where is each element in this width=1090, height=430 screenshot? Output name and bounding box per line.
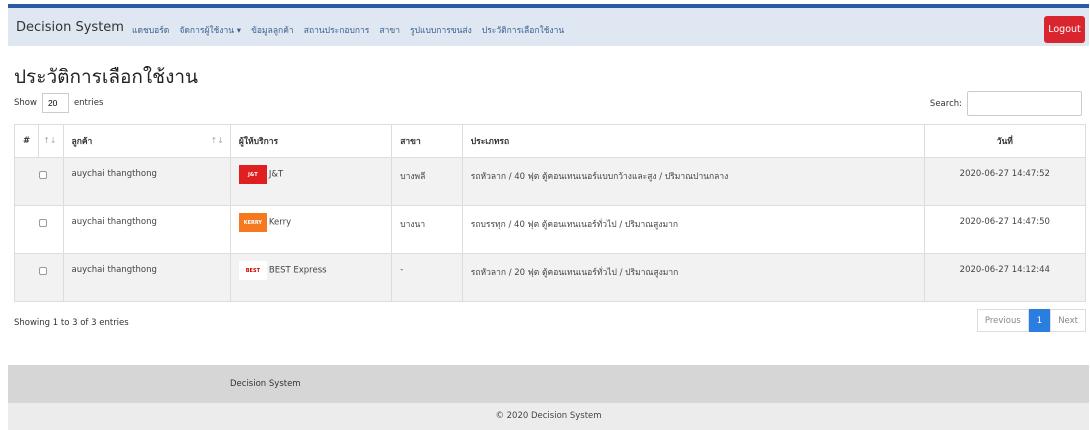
col-date[interactable]: วันที่ — [923, 124, 1087, 158]
table-row[interactable]: auychai thangthong KERRY Kerry บางนา รถบร… — [14, 205, 1087, 254]
nav-branches[interactable]: สาขา — [379, 26, 400, 36]
pagination-next[interactable]: Next — [1050, 309, 1086, 332]
vehicle-cell: รถบรรทุก / 40 ฟุต ตู้คอนเทนเนอร์ทั่วไป /… — [461, 205, 925, 254]
table-info: Showing 1 to 3 of 3 entries — [14, 318, 129, 328]
row-checkbox[interactable] — [39, 267, 47, 275]
col-customer[interactable]: ลูกค้า ↑↓ — [62, 124, 231, 158]
entries-label: entries — [73, 98, 104, 108]
pagination-page-1[interactable]: 1 — [1028, 309, 1051, 332]
nav-usage-history[interactable]: ประวัติการเลือกใช้งาน — [482, 26, 564, 36]
nav-customers[interactable]: ข้อมูลลูกค้า — [251, 26, 294, 36]
col-index-sort[interactable]: ↑↓ — [38, 124, 64, 158]
provider-cell: J&T J&T — [229, 157, 393, 206]
footer-brand-bar: Decision System — [8, 365, 1089, 403]
row-checkbox[interactable] — [39, 171, 47, 179]
show-label: Show — [14, 98, 37, 108]
pagination: Previous 1 Next — [976, 309, 1086, 332]
table-row[interactable]: auychai thangthong BEST BEST Express - รถ… — [14, 253, 1087, 302]
col-provider[interactable]: ผู้ให้บริการ — [229, 124, 393, 158]
branch-cell: บางนา — [391, 205, 463, 254]
nav-dashboard[interactable]: แดชบอร์ด — [132, 26, 169, 36]
footer-brand: Decision System — [230, 379, 301, 389]
nav-transport-types[interactable]: รูปแบบการขนส่ง — [410, 26, 472, 36]
customer-cell: auychai thangthong — [62, 205, 231, 254]
kerry-logo-icon: KERRY — [238, 213, 267, 232]
table-header-row: # ↑↓ ลูกค้า ↑↓ ผู้ให้บริการ สาขา ประเภทรถ… — [13, 124, 1087, 158]
date-cell: 2020-06-27 14:47:50 — [923, 205, 1087, 254]
provider-cell: KERRY Kerry — [229, 205, 393, 254]
jt-logo-icon: J&T — [238, 165, 267, 184]
search-label: Search: — [929, 98, 962, 109]
col-index[interactable]: # — [13, 124, 40, 158]
provider-cell: BEST BEST Express — [229, 253, 393, 302]
row-select-cell[interactable] — [14, 253, 64, 302]
row-select-cell[interactable] — [14, 205, 64, 254]
search-control: Search: — [930, 91, 1082, 116]
nav-businesses[interactable]: สถานประกอบการ — [304, 26, 370, 36]
col-branch[interactable]: สาขา — [391, 124, 463, 158]
table-row[interactable]: auychai thangthong J&T J&T บางพลี รถหัวลา… — [14, 157, 1087, 206]
vehicle-cell: รถหัวลาก / 20 ฟุต ตู้คอนเทนเนอร์ทั่วไป /… — [461, 253, 925, 302]
date-cell: 2020-06-27 14:47:52 — [923, 157, 1087, 206]
customer-cell: auychai thangthong — [62, 253, 231, 302]
col-vehicle[interactable]: ประเภทรถ — [461, 124, 925, 158]
best-logo-icon: BEST — [238, 261, 267, 280]
sort-icon: ↑↓ — [43, 136, 57, 145]
entries-length-control: Show 20 entries — [14, 93, 103, 113]
date-cell: 2020-06-27 14:12:44 — [923, 253, 1087, 302]
branch-cell: บางพลี — [391, 157, 463, 206]
history-table: # ↑↓ ลูกค้า ↑↓ ผู้ให้บริการ สาขา ประเภทรถ… — [13, 124, 1087, 302]
brand-link[interactable]: Decision System — [16, 20, 124, 35]
search-input[interactable] — [967, 91, 1082, 116]
row-select-cell[interactable] — [14, 157, 64, 206]
top-navbar: Decision System แดชบอร์ด จัดการผู้ใช้งาน… — [8, 4, 1089, 46]
nav-user-management[interactable]: จัดการผู้ใช้งาน ▾ — [179, 26, 241, 36]
sort-icon: ↑↓ — [210, 136, 224, 145]
page-title: ประวัติการเลือกใช้งาน — [14, 66, 199, 88]
row-checkbox[interactable] — [39, 219, 47, 227]
entries-select[interactable]: 20 — [41, 93, 69, 113]
pagination-previous[interactable]: Previous — [976, 309, 1029, 332]
vehicle-cell: รถหัวลาก / 40 ฟุต ตู้คอนเทนเนอร์แบบกว้าง… — [461, 157, 925, 206]
customer-cell: auychai thangthong — [62, 157, 231, 206]
branch-cell: - — [391, 253, 463, 302]
footer-copyright: © 2020 Decision System — [8, 403, 1089, 430]
logout-button[interactable]: Logout — [1044, 16, 1085, 43]
main-nav: แดชบอร์ด จัดการผู้ใช้งาน ▾ ข้อมูลลูกค้า … — [132, 18, 569, 37]
